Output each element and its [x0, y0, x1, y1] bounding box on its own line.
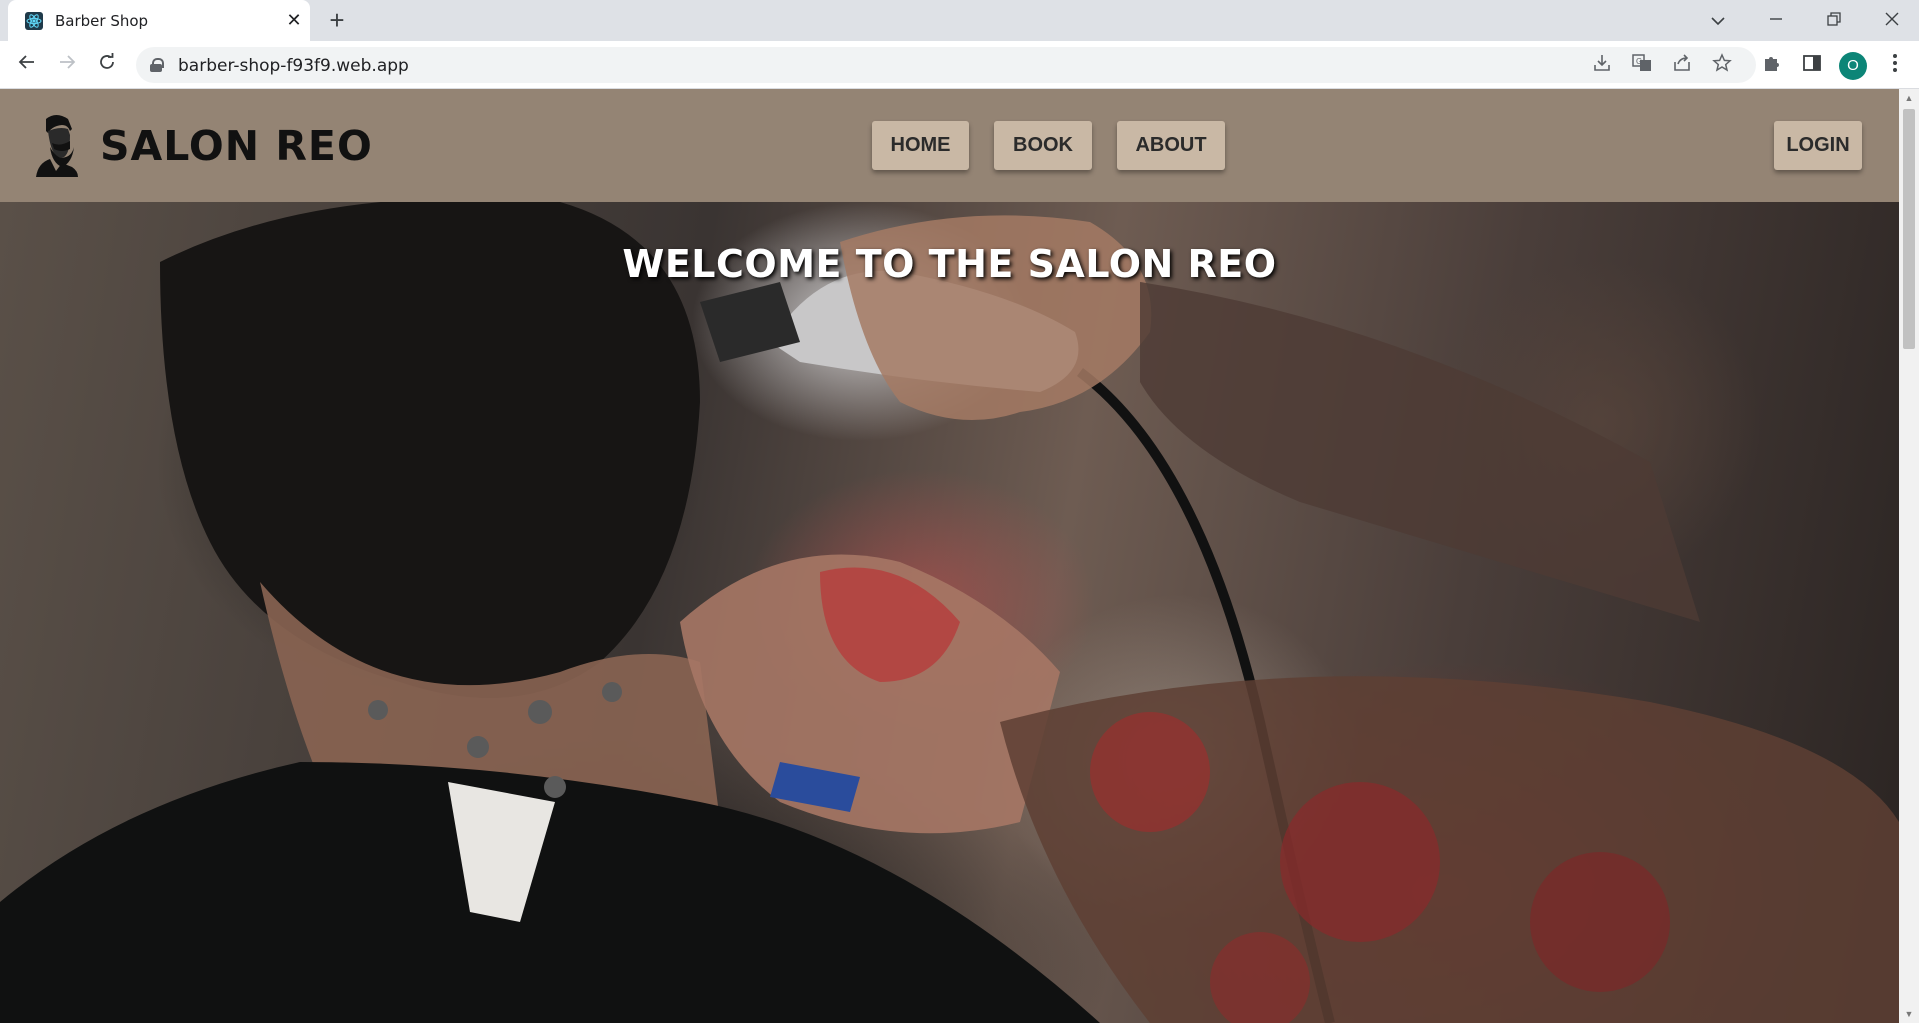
minimize-icon[interactable] [1756, 6, 1796, 34]
tab-title: Barber Shop [55, 12, 149, 30]
react-atom-icon [25, 12, 43, 30]
page-scrollbar[interactable]: ▲ ▼ [1899, 89, 1919, 1023]
lock-icon[interactable] [150, 58, 164, 72]
share-icon[interactable] [1670, 53, 1694, 77]
svg-text:G: G [1636, 57, 1642, 66]
nav-home-button[interactable]: HOME [872, 121, 969, 170]
address-bar[interactable]: barber-shop-f93f9.web.app G [136, 47, 1756, 83]
install-icon[interactable] [1590, 53, 1614, 77]
chevron-down-icon[interactable] [1698, 6, 1738, 34]
restore-icon[interactable] [1814, 6, 1854, 34]
puzzle-icon[interactable] [1760, 53, 1784, 77]
close-icon[interactable] [1872, 6, 1912, 34]
scroll-up-arrow-icon[interactable]: ▲ [1904, 93, 1914, 103]
plus-icon[interactable]: + [323, 7, 351, 35]
profile-avatar[interactable]: O [1839, 52, 1867, 80]
nav-book-button[interactable]: BOOK [994, 121, 1092, 170]
hero-banner: WELCOME TO THE SALON REO [0, 202, 1899, 1023]
hero-title: WELCOME TO THE SALON REO [622, 242, 1277, 286]
page-viewport: SALON REO HOME BOOK ABOUT LOGIN WELCOME … [0, 89, 1899, 1023]
side-panel-icon[interactable] [1800, 53, 1824, 77]
scroll-down-arrow-icon[interactable]: ▼ [1904, 1009, 1914, 1019]
bearded-man-icon[interactable] [32, 113, 80, 177]
url-text[interactable]: barber-shop-f93f9.web.app [178, 56, 409, 76]
star-icon[interactable] [1710, 53, 1734, 77]
back-arrow-icon[interactable] [11, 49, 43, 81]
browser-tab[interactable]: Barber Shop ✕ [8, 0, 310, 41]
browser-toolbar: barber-shop-f93f9.web.app G O [0, 41, 1919, 89]
scroll-thumb[interactable] [1903, 109, 1915, 349]
site-header: SALON REO HOME BOOK ABOUT LOGIN [0, 89, 1899, 202]
brand-name[interactable]: SALON REO [100, 122, 373, 170]
translate-icon[interactable]: G [1630, 53, 1654, 77]
kebab-menu-icon[interactable] [1883, 53, 1907, 77]
close-icon[interactable]: ✕ [282, 8, 306, 32]
forward-arrow-icon[interactable] [51, 49, 83, 81]
login-button[interactable]: LOGIN [1774, 121, 1862, 170]
browser-tab-strip: Barber Shop ✕ + [0, 0, 1919, 41]
nav-about-button[interactable]: ABOUT [1117, 121, 1225, 170]
barber-cutting-hair-photo [0, 202, 1899, 1023]
reload-icon[interactable] [91, 49, 123, 81]
